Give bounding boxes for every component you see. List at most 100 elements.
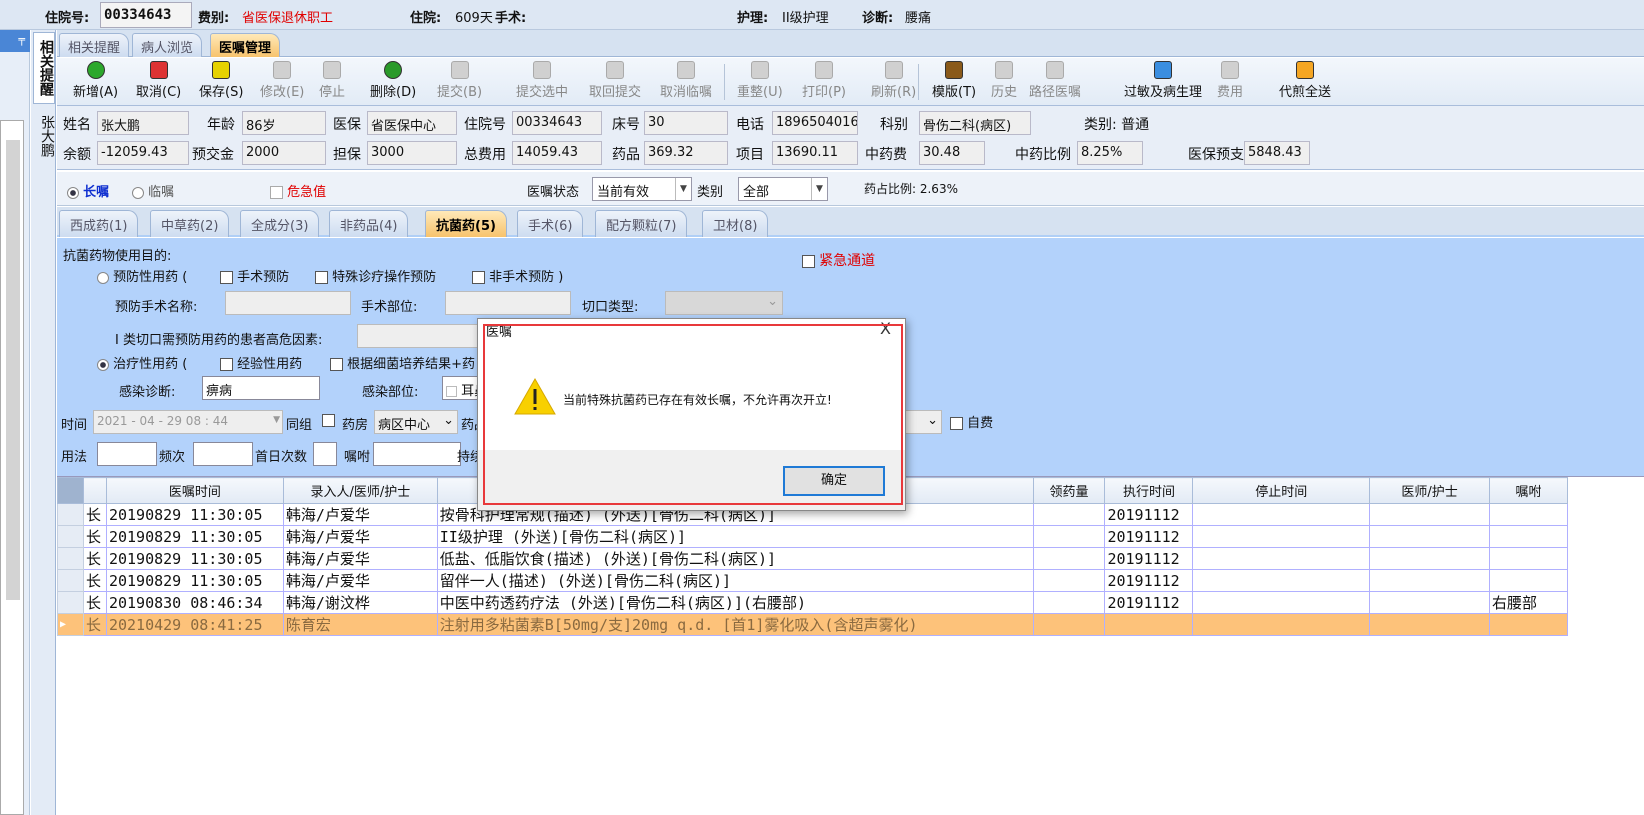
column-header[interactable]: 执行时间 xyxy=(1104,477,1194,504)
toolbar-button-refresh[interactable]: 刷新(R) xyxy=(871,61,916,100)
emergency-checkbox[interactable]: 紧急通道 xyxy=(802,250,875,270)
first-day-input[interactable] xyxy=(313,442,337,466)
risk-factor-input[interactable] xyxy=(357,324,487,348)
admission-number-input[interactable]: 00334643 xyxy=(100,2,192,28)
table-cell: 20190830 08:46:34 xyxy=(105,591,284,614)
bed-label: 床号 xyxy=(612,117,640,133)
table-cell: 韩海/卢爱华 xyxy=(282,547,438,570)
tab-patient-browse[interactable]: 病人浏览 xyxy=(132,33,203,57)
column-header[interactable]: 停止时间 xyxy=(1192,477,1371,504)
toolbar-button-add[interactable]: 新增(A) xyxy=(73,61,118,100)
subtab-7[interactable]: 配方颗粒(7) xyxy=(595,210,688,237)
close-icon[interactable]: X xyxy=(880,319,891,338)
subtab-3[interactable]: 全成分(3) xyxy=(240,210,320,237)
table-row[interactable]: ▶ 长 20210429 08:41:25 陈育宏 注射用多粘菌素B[50mg/支]20… xyxy=(57,613,1569,636)
toolbar-button-template[interactable]: 模版(T) xyxy=(932,61,976,100)
table-row[interactable]: 长 20190830 08:46:34 韩海/谢汶桦 中医中药透药疗法 (外送)[骨伤… xyxy=(57,591,1569,614)
radio-treatment[interactable]: 治疗性用药 ( xyxy=(97,353,187,372)
surgery-prevent-checkbox[interactable]: 手术预防 xyxy=(220,266,289,285)
table-row[interactable]: 长 20190829 11:30:05 韩海/卢爱华 低盐、低脂饮食(描述) (外送)… xyxy=(57,547,1569,570)
critical-checkbox[interactable]: 危急值 xyxy=(270,181,326,200)
table-cell: 20190829 11:30:05 xyxy=(105,503,284,526)
toolbar-button-edit[interactable]: 修改(E) xyxy=(260,61,304,100)
nonsurgery-prevent-label: 非手术预防 ) xyxy=(489,270,564,285)
tab-order-management[interactable]: 医嘱管理 xyxy=(210,33,281,57)
toolbar-button-cost[interactable]: 费用 xyxy=(1217,61,1243,100)
status-select[interactable]: 当前有效 ▼ xyxy=(592,177,692,201)
vtab-reminders[interactable]: 相关提醒 xyxy=(33,32,55,104)
toolbar-button-retrieve[interactable]: 取回提交 xyxy=(589,61,641,100)
row-header[interactable] xyxy=(57,547,84,570)
emergency-label: 紧急通道 xyxy=(819,253,876,269)
table-row[interactable]: 长 20190829 11:30:05 韩海/卢爱华 留伴一人(描述) (外送)[骨伤… xyxy=(57,569,1569,592)
usage-input[interactable] xyxy=(97,442,157,466)
dialog-message: 当前特殊抗菌药已存在有效长嘱，不允许再次开立! xyxy=(563,393,832,407)
subtab-4[interactable]: 非药品(4) xyxy=(329,210,409,237)
subtab-6[interactable]: 手术(6) xyxy=(517,210,584,237)
infection-diagnosis-input[interactable]: 痹病 xyxy=(202,376,320,400)
select-all-corner[interactable] xyxy=(57,477,84,504)
toolbar-button-pathway[interactable]: 路径医嘱 xyxy=(1029,61,1081,100)
row-header[interactable] xyxy=(57,503,84,526)
scrollbar[interactable] xyxy=(6,140,20,600)
prevent-surgery-name-input[interactable] xyxy=(225,291,351,315)
table-row[interactable]: 长 20190829 11:30:05 韩海/卢爱华 II级护理 (外送)[骨伤二科(… xyxy=(57,525,1569,548)
row-header[interactable] xyxy=(57,591,84,614)
submit-icon xyxy=(450,61,469,79)
toolbar-button-allergy[interactable]: 过敏及病生理 xyxy=(1124,61,1202,100)
radio-temp-order[interactable]: 临嘱 xyxy=(132,181,174,200)
category-select[interactable]: 全部 ▼ xyxy=(738,177,828,201)
subtab-2[interactable]: 中草药(2) xyxy=(150,210,230,237)
incision-type-select[interactable]: ⌄ xyxy=(665,291,783,315)
table-cell: 长 xyxy=(82,547,107,570)
column-header[interactable]: 录入人/医师/护士 xyxy=(282,477,438,504)
row-header[interactable]: ▶ xyxy=(57,613,84,636)
tab-reminders[interactable]: 相关提醒 xyxy=(59,33,130,57)
toolbar-button-reorganize[interactable]: 重整(U) xyxy=(737,61,783,100)
patient-info: 姓名 张大鹏 年龄 86岁 医保 省医保中心 住院号 00334643 床号 3… xyxy=(57,106,1644,170)
toolbar-button-history[interactable]: 历史 xyxy=(991,61,1017,100)
radio-prevent[interactable]: 预防性用药 ( xyxy=(97,266,187,285)
toolbar-button-submit[interactable]: 提交(B) xyxy=(437,61,482,100)
self-pay-checkbox[interactable]: 自费 xyxy=(950,412,993,431)
toolbar-button-submit-selected[interactable]: 提交选中 xyxy=(516,61,568,100)
toolbar-button-save[interactable]: 保存(S) xyxy=(199,61,243,100)
time-input[interactable]: 2021 - 04 - 29 08 : 44 ▼ xyxy=(93,410,283,434)
category-value: 全部 xyxy=(743,185,770,200)
ok-button[interactable]: 确定 xyxy=(783,466,885,496)
vtab-patient[interactable]: 张大鹏 xyxy=(33,110,55,162)
column-header[interactable] xyxy=(82,477,107,504)
dialog-title: 医嘱 xyxy=(486,325,513,340)
surgery-site-input[interactable] xyxy=(445,291,571,315)
column-header[interactable]: 领药量 xyxy=(1032,477,1106,504)
nonsurgery-prevent-checkbox[interactable]: 非手术预防 ) xyxy=(472,266,563,285)
toolbar-button-undo[interactable]: 取消(C) xyxy=(136,61,181,100)
pharmacy-select[interactable]: 病区中心 ⌄ xyxy=(374,410,458,434)
toolbar-button-stop[interactable]: 停止 xyxy=(319,61,345,100)
toolbar-button-cancel-temp[interactable]: 取消临嘱 xyxy=(660,61,712,100)
toolbar-button-label: 停止 xyxy=(319,85,346,100)
frequency-input[interactable] xyxy=(193,442,253,466)
toolbar-button-delete[interactable]: 删除(D) xyxy=(370,61,416,100)
row-header[interactable] xyxy=(57,525,84,548)
subtab-8[interactable]: 卫材(8) xyxy=(702,210,769,237)
special-prevent-checkbox[interactable]: 特殊诊疗操作预防 xyxy=(315,266,436,285)
toolbar-button-print[interactable]: 打印(P) xyxy=(802,61,846,100)
radio-long-order[interactable]: 长嘱 xyxy=(67,181,109,200)
subtab-5[interactable]: 抗菌药(5) xyxy=(425,210,507,237)
column-header[interactable]: 嘱咐 xyxy=(1488,477,1569,504)
empirical-checkbox[interactable]: 经验性用药 xyxy=(220,353,302,372)
table-cell: 韩海/卢爱华 xyxy=(282,525,438,548)
instruction-input[interactable] xyxy=(373,442,461,466)
subtab-1[interactable]: 西成药(1) xyxy=(59,210,139,237)
pin-icon[interactable]: ╤ xyxy=(0,30,30,52)
age-label: 年龄 xyxy=(207,117,235,133)
culture-checkbox[interactable]: 根据细菌培养结果+药 xyxy=(330,353,475,372)
column-header[interactable]: 医嘱时间 xyxy=(105,477,284,504)
column-header[interactable]: 医师/护士 xyxy=(1369,477,1490,504)
nursing-value: II级护理 xyxy=(782,11,829,26)
toolbar-button-label: 路径医嘱 xyxy=(1029,85,1082,100)
row-header[interactable] xyxy=(57,569,84,592)
toolbar-button-decoct[interactable]: 代煎全送 xyxy=(1279,61,1331,100)
group-checkbox[interactable] xyxy=(322,413,335,428)
